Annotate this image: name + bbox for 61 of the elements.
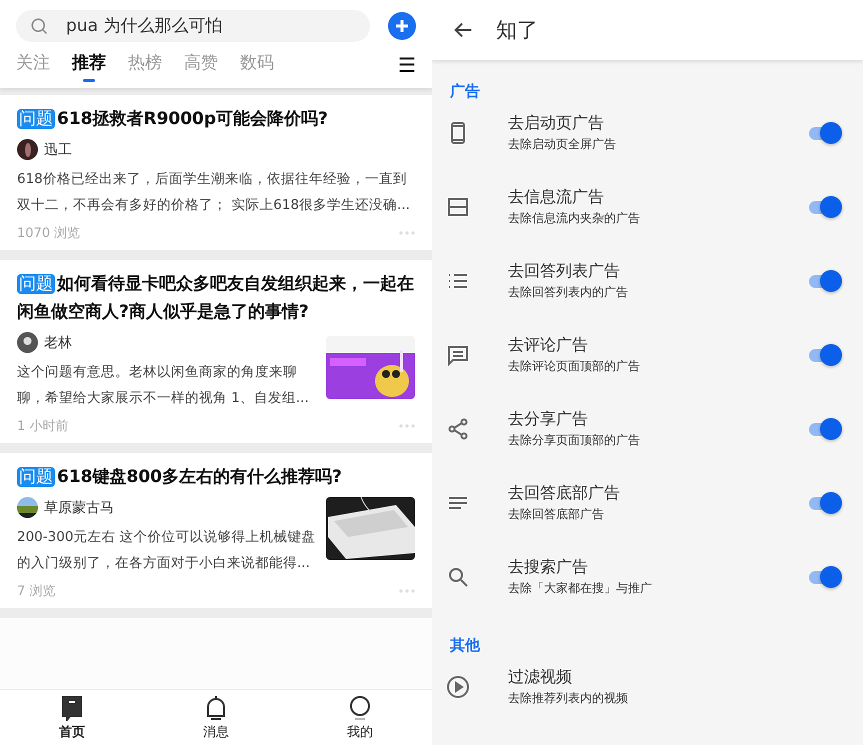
author-name: 老林 xyxy=(44,334,72,352)
toggle-switch[interactable] xyxy=(807,417,843,441)
search-icon xyxy=(30,17,48,35)
profile-icon xyxy=(349,694,371,720)
setting-title: 去搜索广告 xyxy=(508,557,589,578)
setting-title: 去信息流广告 xyxy=(508,187,605,208)
toggle-switch[interactable] xyxy=(807,269,843,293)
meta-text: 1070 浏览 xyxy=(17,225,80,242)
nav-item[interactable]: 首页 xyxy=(0,690,144,745)
search-field[interactable]: pua 为什么那么可怕 xyxy=(16,10,370,42)
toggle-switch[interactable] xyxy=(807,565,843,589)
author-name: 迅工 xyxy=(44,140,72,158)
tab[interactable]: 推荐 xyxy=(72,50,106,80)
play-circle-icon xyxy=(446,675,470,699)
setting-title: 去评论广告 xyxy=(508,335,589,356)
add-button[interactable] xyxy=(388,12,416,40)
setting-description: 去除回答列表内的广告 xyxy=(508,284,629,301)
section-title: 广告 xyxy=(450,82,480,100)
comment-icon xyxy=(446,343,470,367)
setting-description: 去除推荐列表内的视频 xyxy=(508,690,629,707)
setting-title: 去分享广告 xyxy=(508,409,589,430)
toggle-switch[interactable] xyxy=(807,121,843,145)
meta-text: 1 小时前 xyxy=(17,418,68,435)
home-icon xyxy=(61,694,83,720)
menu-button[interactable]: ☰ xyxy=(398,52,416,78)
toggle-switch[interactable] xyxy=(807,491,843,515)
question-card[interactable]: 问题 618拯救者R9000p可能会降价吗? 迅工 618价格已经出来了，后面学生潮来临，依据往年经验，一直到双十二，不再会有多好的价格了； 实际上618很多学生还没确... 1070 浏览 xyxy=(0,95,432,250)
nav-item[interactable]: 我的 xyxy=(288,690,432,745)
question-title: 问题 618键盘800多左右的有什么推荐吗? xyxy=(17,466,343,489)
toggle-switch[interactable] xyxy=(807,343,843,367)
excerpt: 618价格已经出来了，后面学生潮来临，依据往年经验，一直到双十二，不再会有多好的价格了； 实际上618很多学生还没确... xyxy=(17,170,411,215)
question-title: 问题 如何看待显卡吧众多吧友自发组织起来，一起在闲鱼做空商人?商人似乎是急了的事情? xyxy=(17,273,415,324)
setting-description: 去除分享页面顶部的广告 xyxy=(508,432,641,449)
avatar xyxy=(17,497,38,518)
author-name: 草原蒙古马 xyxy=(44,498,114,516)
setting-title: 过滤视频 xyxy=(508,667,573,688)
nav-item[interactable]: 消息 xyxy=(144,690,288,745)
avatar xyxy=(17,332,38,353)
setting-description: 去除启动页全屏广告 xyxy=(508,136,617,153)
bell-icon xyxy=(205,694,227,720)
share-icon xyxy=(446,417,470,441)
section-title: 其他 xyxy=(450,636,480,654)
setting-title: 去启动页广告 xyxy=(508,113,605,134)
excerpt: 200-300元左右 这个价位可以说够得上机械键盘的入门级别了，在各方面对于小白来说都能得... xyxy=(17,528,316,573)
search-icon xyxy=(446,565,470,589)
setting-description: 去除评论页面顶部的广告 xyxy=(508,358,641,375)
excerpt: 这个问题有意思。老林以闲鱼商家的角度来聊聊，希望给大家展示不一样的视角 1、自发组... xyxy=(17,363,310,408)
question-title: 问题 618拯救者R9000p可能会降价吗? xyxy=(17,108,329,131)
meta-text: 7 浏览 xyxy=(17,583,56,600)
setting-title: 去回答列表广告 xyxy=(508,261,621,282)
setting-title: 去回答底部广告 xyxy=(508,483,621,504)
question-card[interactable]: 问题 618键盘800多左右的有什么推荐吗? 草原蒙古马 200-300元左右 这个价位可以说够得上机械键盘的入门级别了，在各方面对于小白来说都能得... 7 浏览 xyxy=(0,453,432,608)
avatar xyxy=(17,139,38,160)
setting-description: 去除信息流内夹杂的广告 xyxy=(508,210,641,227)
page-title: 知了 xyxy=(496,17,538,44)
view-stream-icon xyxy=(446,195,470,219)
question-card[interactable]: 问题 如何看待显卡吧众多吧友自发组织起来，一起在闲鱼做空商人?商人似乎是急了的事情? 老林 这个问题有意思。老林以闲鱼商家的角度来聊聊，希望给大家展示不一样的视角 1、自发组... 1 小时前 xyxy=(0,260,432,443)
setting-description: 去除「大家都在搜」与推广 xyxy=(508,580,653,597)
setting-description: 去除回答底部广告 xyxy=(508,506,605,523)
plus-icon xyxy=(395,19,409,33)
toggle-switch[interactable] xyxy=(807,195,843,219)
